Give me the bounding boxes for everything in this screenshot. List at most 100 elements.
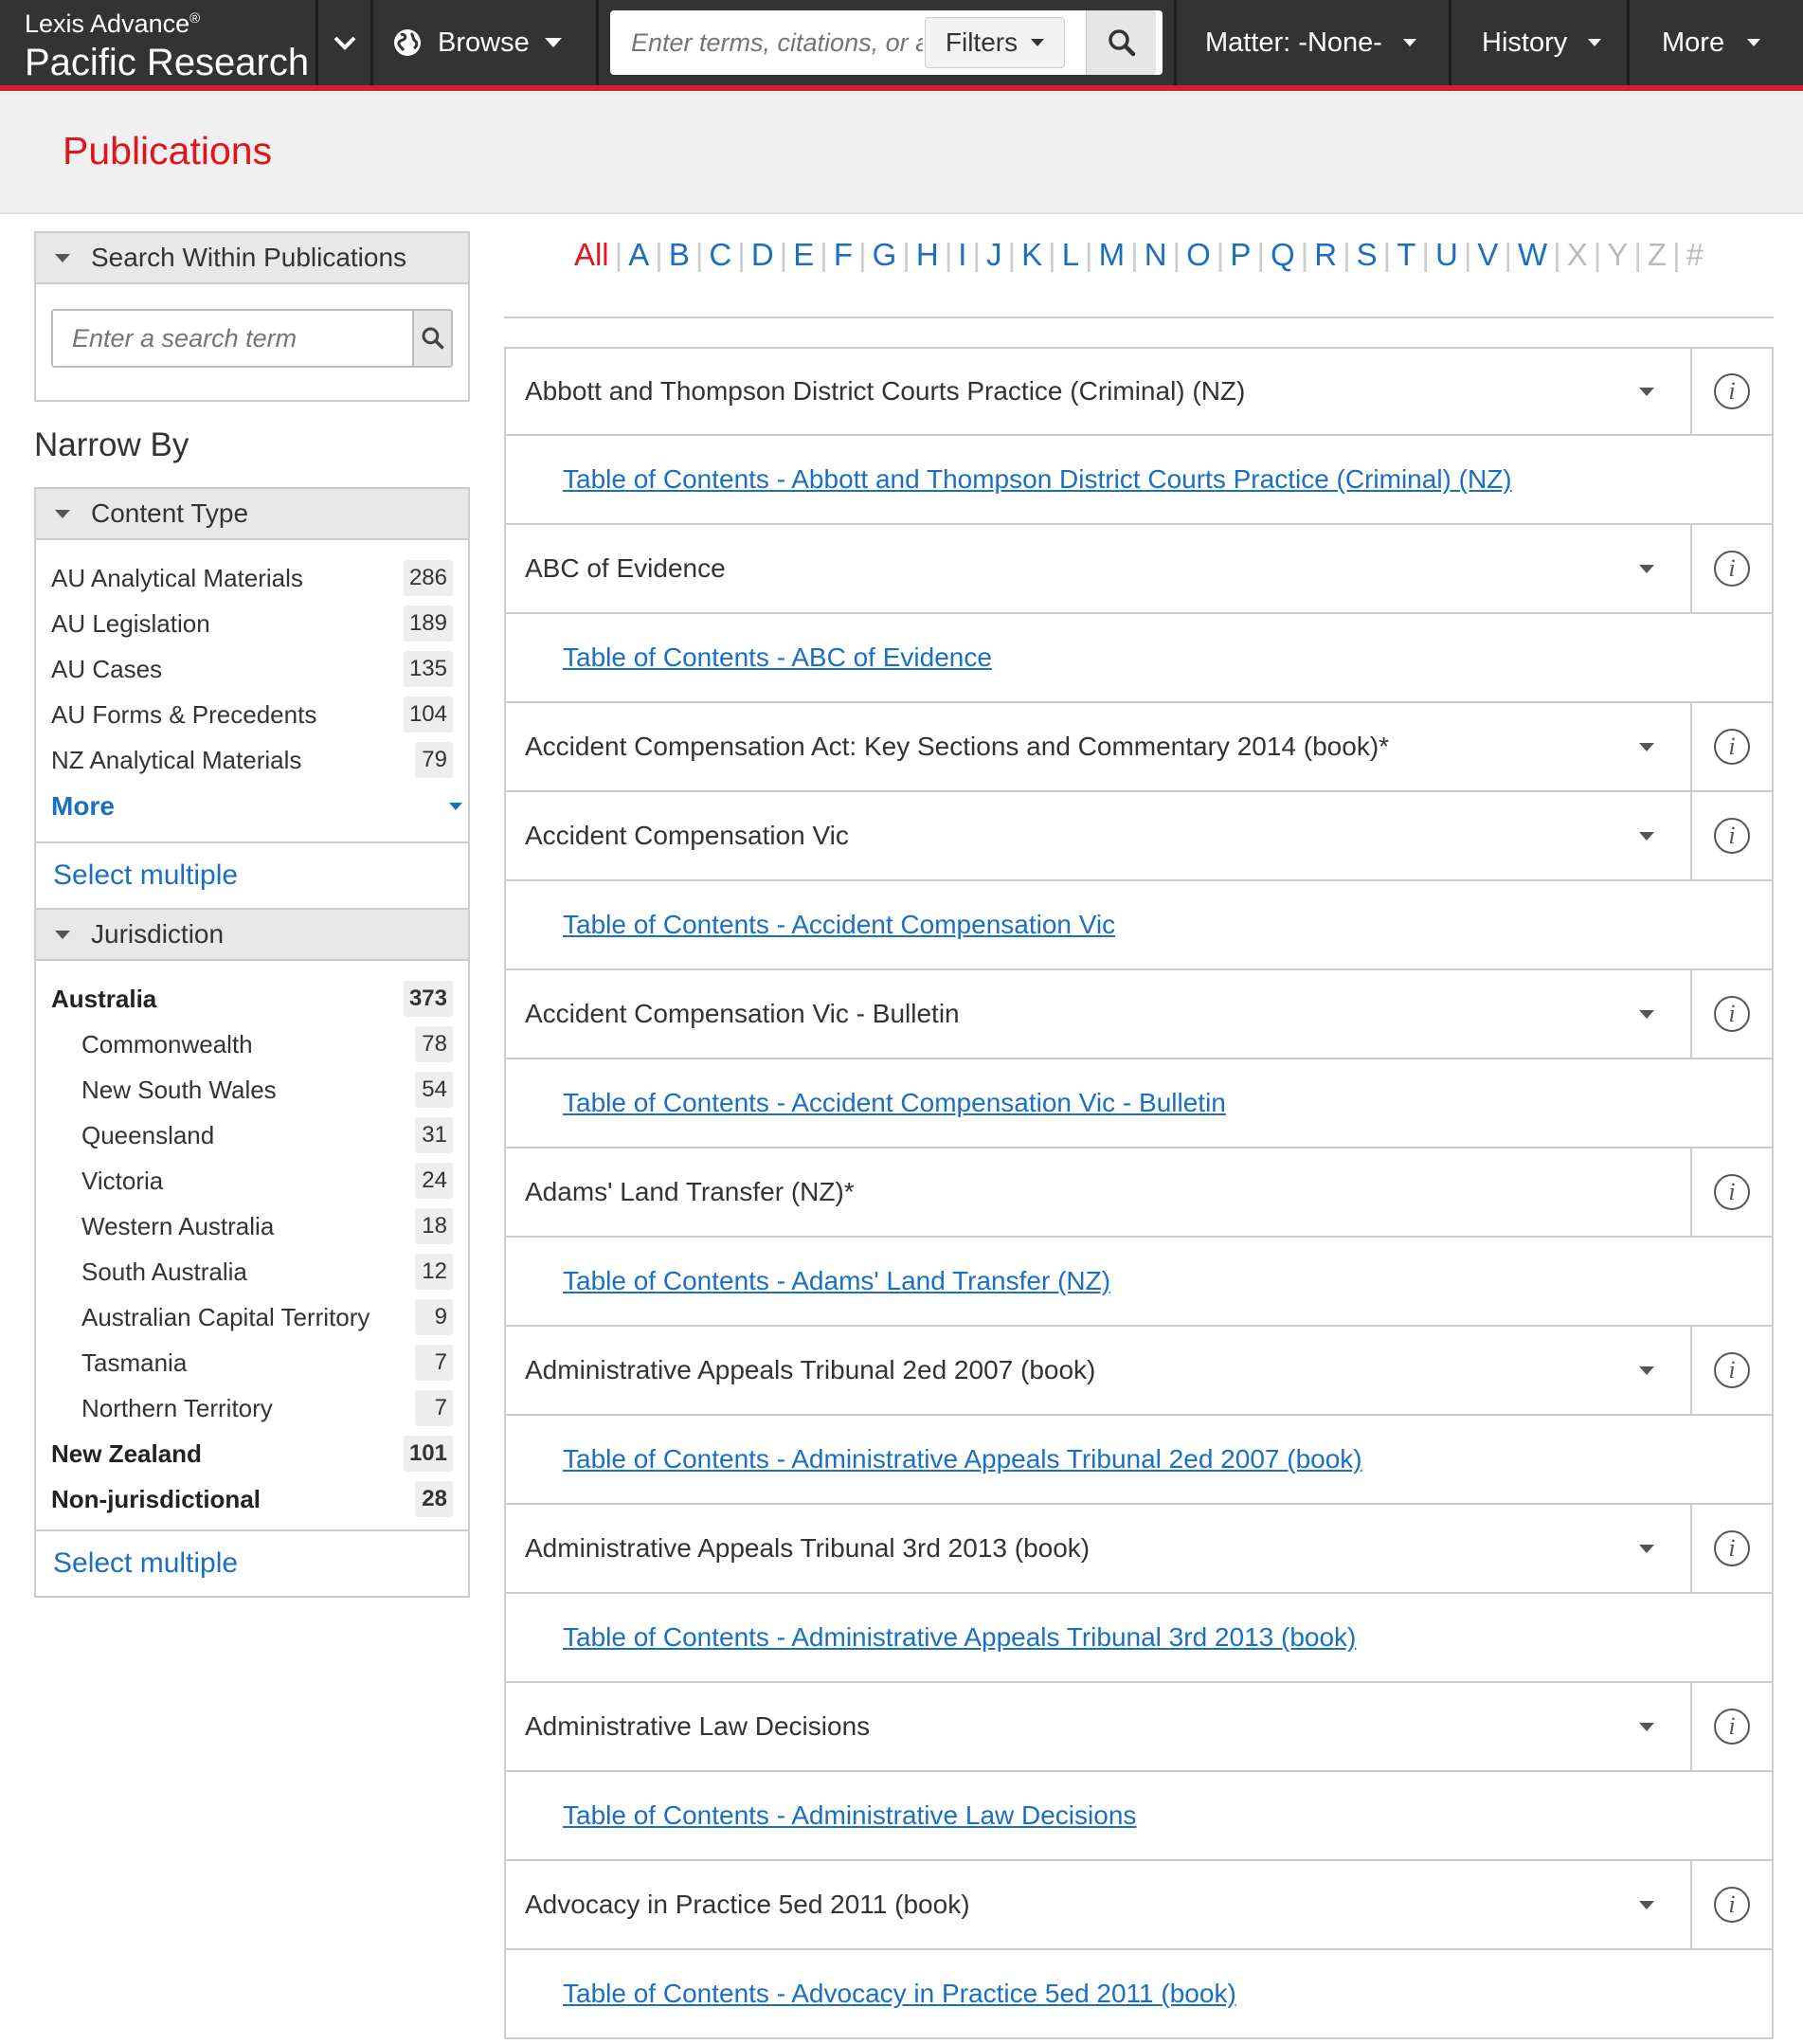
publication-info-button[interactable]: i	[1692, 1505, 1772, 1592]
publication-title-toggle[interactable]: Accident Compensation Vic	[506, 792, 1692, 879]
facet-item[interactable]: Non-jurisdictional 28	[51, 1476, 453, 1522]
global-search-button[interactable]	[1086, 10, 1156, 75]
facet-item[interactable]: Australia 373	[51, 976, 453, 1022]
publication-title-toggle[interactable]: Administrative Appeals Tribunal 2ed 2007…	[506, 1327, 1692, 1414]
publication-info-button[interactable]: i	[1692, 349, 1772, 434]
table-of-contents-link[interactable]: Table of Contents - ABC of Evidence	[563, 642, 992, 673]
publication-info-button[interactable]: i	[1692, 1149, 1772, 1236]
table-of-contents-link[interactable]: Table of Contents - Administrative Law D…	[563, 1800, 1136, 1831]
facet-item[interactable]: AU Forms & Precedents 104	[51, 692, 453, 737]
product-brand[interactable]: Lexis Advance® Pacific Research	[0, 0, 318, 85]
publication-title-toggle[interactable]: Advocacy in Practice 5ed 2011 (book)	[506, 1861, 1692, 1948]
publication-info-button[interactable]: i	[1692, 1683, 1772, 1770]
letter-filter[interactable]: G	[867, 237, 903, 273]
letter-filter[interactable]: P	[1224, 237, 1256, 273]
letter-filter[interactable]: R	[1308, 237, 1343, 273]
facet-item[interactable]: Victoria 24	[51, 1158, 453, 1203]
publication-info-button[interactable]: i	[1692, 1861, 1772, 1948]
publication-title-toggle[interactable]: Adams' Land Transfer (NZ)*	[506, 1149, 1692, 1236]
letter-filter[interactable]: L	[1056, 237, 1085, 273]
letter-filter[interactable]: O	[1181, 237, 1217, 273]
letter-filter-all[interactable]: All	[568, 237, 615, 273]
search-within-button[interactable]	[412, 311, 451, 366]
publication-row: Abbott and Thompson District Courts Prac…	[504, 347, 1774, 436]
history-dropdown[interactable]: History	[1451, 0, 1630, 85]
letter-filter[interactable]: M	[1093, 237, 1131, 273]
letter-filter[interactable]: T	[1391, 237, 1421, 273]
publication-title: Accident Compensation Act: Key Sections …	[525, 732, 1390, 761]
browse-menu-button[interactable]: Browse	[373, 0, 599, 85]
letter-filter[interactable]: K	[1016, 237, 1048, 273]
table-of-contents-link[interactable]: Table of Contents - Administrative Appea…	[563, 1622, 1356, 1653]
letter-filter[interactable]: A	[622, 237, 655, 273]
table-of-contents-link[interactable]: Table of Contents - Adams' Land Transfer…	[563, 1266, 1110, 1296]
table-of-contents-link[interactable]: Table of Contents - Abbott and Thompson …	[563, 464, 1512, 495]
search-within-title: Search Within Publications	[91, 243, 407, 272]
letter-filter[interactable]: E	[787, 237, 820, 273]
matter-dropdown[interactable]: Matter: -None-	[1177, 0, 1451, 85]
publication-title: Adams' Land Transfer (NZ)*	[525, 1177, 855, 1206]
facet-item[interactable]: Western Australia 18	[51, 1203, 453, 1249]
more-dropdown[interactable]: More	[1630, 0, 1761, 85]
letter-filter[interactable]: S	[1351, 237, 1383, 273]
info-icon: i	[1714, 1174, 1750, 1210]
letter-filter[interactable]: J	[981, 237, 1008, 273]
facet-item[interactable]: Northern Territory 7	[51, 1385, 453, 1431]
facet-item[interactable]: New South Wales 54	[51, 1067, 453, 1112]
publication-info-button[interactable]: i	[1692, 703, 1772, 790]
letter-filter[interactable]: D	[746, 237, 780, 273]
letter-filter[interactable]: B	[663, 237, 695, 273]
facet-item[interactable]: South Australia 12	[51, 1249, 453, 1294]
facet-item[interactable]: AU Cases 135	[51, 646, 453, 692]
publication-title-toggle[interactable]: Abbott and Thompson District Courts Prac…	[506, 349, 1692, 434]
letter-filter[interactable]: Q	[1265, 237, 1301, 273]
table-of-contents-link[interactable]: Table of Contents - Advocacy in Practice…	[563, 1979, 1236, 2009]
letter-filter[interactable]: W	[1512, 237, 1553, 273]
browse-label: Browse	[438, 27, 530, 58]
content-type-header[interactable]: Content Type	[36, 489, 468, 540]
select-multiple-link[interactable]: Select multiple	[36, 1529, 468, 1596]
table-of-contents-link[interactable]: Table of Contents - Accident Compensatio…	[563, 1088, 1226, 1118]
publication-info-button[interactable]: i	[1692, 792, 1772, 879]
facet-item[interactable]: Australian Capital Territory 9	[51, 1294, 453, 1340]
facet-count: 7	[415, 1345, 453, 1381]
table-of-contents-link[interactable]: Table of Contents - Administrative Appea…	[563, 1444, 1362, 1474]
publication-title-toggle[interactable]: ABC of Evidence	[506, 525, 1692, 612]
publication-info-button[interactable]: i	[1692, 970, 1772, 1058]
letter-filter[interactable]: C	[703, 237, 737, 273]
jurisdiction-header[interactable]: Jurisdiction	[36, 910, 468, 961]
table-of-contents-link[interactable]: Table of Contents - Accident Compensatio…	[563, 910, 1115, 940]
info-icon: i	[1714, 996, 1750, 1032]
content-type-more-toggle[interactable]: More	[36, 783, 468, 830]
product-switcher-button[interactable]	[318, 0, 373, 85]
facet-item[interactable]: Tasmania 7	[51, 1340, 453, 1385]
letter-filter[interactable]: F	[828, 237, 858, 273]
history-label: History	[1482, 27, 1568, 58]
letter-filter[interactable]: I	[952, 237, 972, 273]
facet-item[interactable]: AU Analytical Materials 286	[51, 555, 453, 601]
facet-count: 54	[415, 1072, 453, 1108]
publication-title-toggle[interactable]: Accident Compensation Vic - Bulletin	[506, 970, 1692, 1058]
filters-dropdown[interactable]: Filters	[925, 17, 1065, 68]
page-title: Publications	[63, 129, 273, 172]
facet-item[interactable]: Queensland 31	[51, 1112, 453, 1158]
facet-item[interactable]: NZ Analytical Materials 79	[51, 737, 453, 783]
caret-down-icon	[1639, 387, 1654, 396]
letter-filter[interactable]: U	[1430, 237, 1464, 273]
publication-info-button[interactable]: i	[1692, 1327, 1772, 1414]
publication-title-toggle[interactable]: Administrative Law Decisions	[506, 1683, 1692, 1770]
publication-title-toggle[interactable]: Administrative Appeals Tribunal 3rd 2013…	[506, 1505, 1692, 1592]
letter-filter[interactable]: H	[911, 237, 945, 273]
publication-title-toggle[interactable]: Accident Compensation Act: Key Sections …	[506, 703, 1692, 790]
search-within-input[interactable]	[53, 311, 412, 366]
global-search-input[interactable]	[610, 14, 923, 71]
publication-info-button[interactable]: i	[1692, 525, 1772, 612]
facet-item[interactable]: Commonwealth 78	[51, 1022, 453, 1067]
facet-item[interactable]: AU Legislation 189	[51, 601, 453, 646]
facet-item[interactable]: New Zealand 101	[51, 1431, 453, 1476]
letter-filter[interactable]: N	[1139, 237, 1173, 273]
search-within-header[interactable]: Search Within Publications	[36, 233, 468, 284]
letter-filter[interactable]: V	[1471, 237, 1504, 273]
select-multiple-link[interactable]: Select multiple	[36, 841, 468, 908]
publication-row: Advocacy in Practice 5ed 2011 (book) i	[504, 1861, 1774, 1950]
